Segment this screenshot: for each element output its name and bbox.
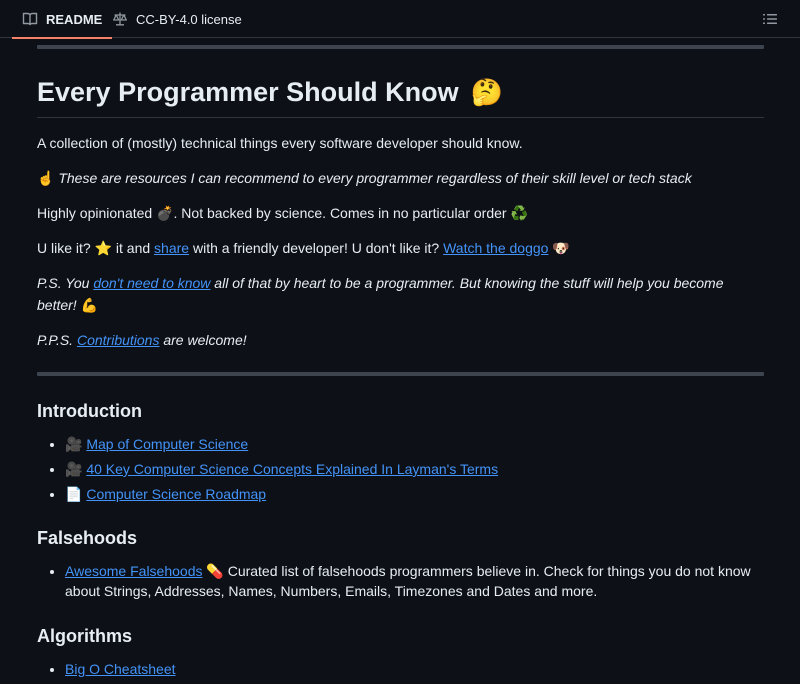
introduction-list: 🎥 Map of Computer Science 🎥 40 Key Compu… xyxy=(37,434,764,504)
pps-note: P.P.S. Contributions are welcome! xyxy=(37,329,764,351)
list-item: 📄 Computer Science Roadmap xyxy=(65,484,764,504)
movie-camera-icon: 🎥 xyxy=(65,436,83,452)
watch-doggo-link[interactable]: Watch the doggo xyxy=(443,240,548,256)
page-title-text: Every Programmer Should Know xyxy=(37,77,459,107)
list-icon[interactable] xyxy=(762,11,778,27)
star-icon: ⭐ xyxy=(94,240,113,256)
thinking-face-icon: 🤔 xyxy=(470,77,503,107)
recycle-icon: ♻️ xyxy=(510,205,528,221)
list-item: Awesome Falsehoods 💊 Curated list of fal… xyxy=(65,561,764,601)
ps-text-a: P.S. You xyxy=(37,275,94,291)
book-icon xyxy=(22,12,38,26)
readme-tab-bar: README CC-BY-4.0 license xyxy=(0,0,800,39)
tab-license-label: CC-BY-4.0 license xyxy=(136,11,242,27)
falsehoods-list: Awesome Falsehoods 💊 Curated list of fal… xyxy=(37,561,764,601)
section-heading-falsehoods: Falsehoods xyxy=(37,528,138,548)
big-o-cheatsheet-link[interactable]: Big O Cheatsheet xyxy=(65,661,176,677)
opinion-text-b: . Not backed by science. Comes in no par… xyxy=(173,205,511,221)
tab-readme-label: README xyxy=(46,11,103,27)
pps-text-a: P.P.S. xyxy=(37,332,77,348)
bomb-icon: 💣 xyxy=(156,205,174,221)
map-of-cs-link[interactable]: Map of Computer Science xyxy=(86,436,248,452)
resources-note-text: These are resources I can recommend to e… xyxy=(54,170,692,186)
readme-content: Every Programmer Should Know 🤔 A collect… xyxy=(37,38,764,684)
resources-note: ☝️ These are resources I can recommend t… xyxy=(37,167,764,189)
pps-text-b: are welcome! xyxy=(159,332,247,348)
like-text-b: it and xyxy=(112,240,155,256)
share-link[interactable]: share xyxy=(154,240,189,256)
ps-note: P.S. You don't need to know all of that … xyxy=(37,272,764,316)
like-text-c: with a friendly developer! U don't like … xyxy=(189,240,444,256)
divider xyxy=(37,372,764,376)
cs-roadmap-link[interactable]: Computer Science Roadmap xyxy=(86,486,266,502)
page-icon: 📄 xyxy=(65,486,83,502)
flexed-biceps-icon: 💪 xyxy=(80,297,99,313)
pill-icon: 💊 xyxy=(206,563,224,579)
page-title: Every Programmer Should Know 🤔 xyxy=(37,75,764,118)
contributions-link[interactable]: Contributions xyxy=(77,332,160,348)
divider xyxy=(37,45,764,49)
list-item: 🎥 40 Key Computer Science Concepts Expla… xyxy=(65,459,764,479)
section-heading-algorithms: Algorithms xyxy=(37,626,133,646)
tab-license[interactable]: CC-BY-4.0 license xyxy=(112,0,242,38)
awesome-falsehoods-link[interactable]: Awesome Falsehoods xyxy=(65,563,202,579)
like-text-a: U like it? xyxy=(37,240,95,256)
section-heading-introduction: Introduction xyxy=(37,401,142,421)
pointing-up-icon: ☝️ xyxy=(37,170,55,186)
tab-readme[interactable]: README xyxy=(11,0,113,39)
opinion-text-a: Highly opinionated xyxy=(37,205,157,221)
list-item: Big O Cheatsheet xyxy=(65,659,764,679)
list-item: 🎥 Map of Computer Science xyxy=(65,434,764,454)
dont-need-to-know-link[interactable]: don't need to know xyxy=(93,275,210,291)
algorithms-list: Big O Cheatsheet xyxy=(37,659,764,679)
intro-paragraph: A collection of (mostly) technical thing… xyxy=(37,135,523,151)
opinion-note: Highly opinionated 💣. Not backed by scie… xyxy=(37,202,764,224)
like-note: U like it? ⭐ it and share with a friendl… xyxy=(37,237,764,259)
key-cs-concepts-link[interactable]: 40 Key Computer Science Concepts Explain… xyxy=(86,461,498,477)
scale-icon xyxy=(113,12,127,26)
movie-camera-icon: 🎥 xyxy=(65,461,83,477)
dog-icon: 🐶 xyxy=(552,240,570,256)
